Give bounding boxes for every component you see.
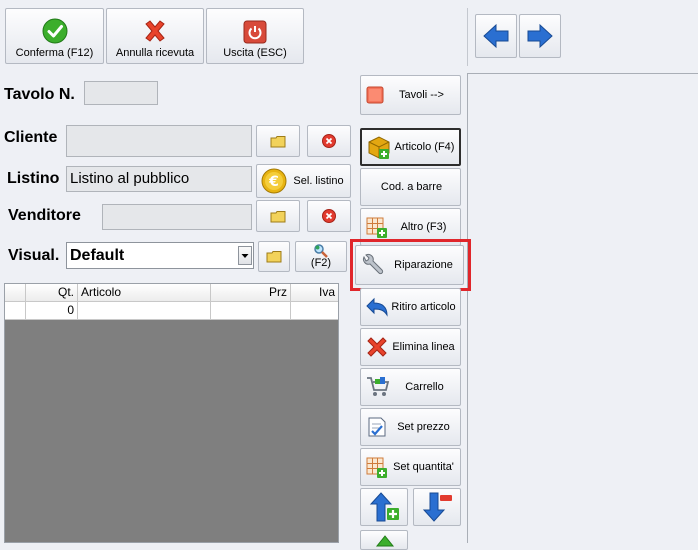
cancel-x-icon	[145, 20, 165, 42]
box-add-icon	[368, 136, 390, 159]
arrow-right-icon	[527, 23, 553, 49]
checklist-icon	[368, 417, 386, 437]
view-select[interactable]: Default	[66, 242, 254, 269]
grid-add-icon	[366, 217, 387, 238]
confirm-check-icon	[42, 18, 67, 44]
arrow-up-add-icon	[369, 492, 399, 522]
confirm-button-label: Conferma (F12)	[15, 47, 94, 59]
exit-button-label: Uscita (ESC)	[223, 47, 287, 59]
customer-clear-button[interactable]	[307, 125, 351, 157]
wrench-icon	[363, 254, 384, 275]
delete-circle-icon	[322, 209, 336, 223]
increase-quantity-button[interactable]	[360, 488, 408, 526]
forward-button[interactable]	[519, 14, 561, 58]
cart-button[interactable]: Carrello	[360, 368, 461, 406]
tables-button[interactable]: Tavoli -->	[360, 75, 461, 115]
exit-button[interactable]: Uscita (ESC)	[206, 8, 304, 64]
move-up-button[interactable]	[360, 530, 408, 550]
repair-button-label: Riparazione	[394, 259, 453, 271]
row-qty: 0	[26, 302, 78, 319]
grid-header-indicator	[5, 284, 26, 301]
cancel-receipt-button[interactable]: Annulla ricevuta	[106, 8, 204, 64]
tables-button-label: Tavoli -->	[399, 89, 444, 101]
set-quantity-button[interactable]: Set quantita'	[360, 448, 461, 486]
grid-col-qty[interactable]: Qt.	[26, 284, 78, 301]
arrow-left-icon	[483, 23, 509, 49]
barcode-button-label: Cod. a barre	[380, 181, 443, 193]
table-label: Tavolo N.	[4, 86, 75, 103]
grid-col-article[interactable]: Articolo	[78, 284, 211, 301]
exit-power-icon	[243, 20, 267, 44]
article-button[interactable]: Articolo (F4)	[360, 128, 461, 166]
view-select-arrow[interactable]	[238, 246, 252, 265]
delete-x-icon	[367, 337, 387, 357]
table-row[interactable]: 0	[5, 302, 338, 320]
decrease-quantity-button[interactable]	[413, 488, 461, 526]
grid-add-icon	[366, 457, 387, 478]
repair-button[interactable]: Riparazione	[355, 245, 464, 285]
folder-icon	[266, 251, 282, 263]
seller-clear-button[interactable]	[307, 200, 351, 232]
items-grid[interactable]: Qt. Articolo Prz Iva 0	[4, 283, 339, 543]
select-price-list-button[interactable]: € Sel. listino	[256, 164, 351, 198]
chevron-down-icon	[241, 254, 249, 258]
row-article	[78, 302, 211, 319]
confirm-button[interactable]: Conferma (F12)	[5, 8, 104, 64]
customer-label: Cliente	[4, 129, 58, 146]
customer-browse-button[interactable]	[256, 125, 300, 157]
return-article-button-label: Ritiro articolo	[391, 301, 456, 313]
table-square-icon	[366, 86, 384, 104]
seller-browse-button[interactable]	[256, 200, 300, 232]
euro-coin-icon: €	[261, 168, 287, 194]
folder-icon	[270, 210, 286, 222]
right-content-panel	[467, 73, 698, 543]
view-browse-button[interactable]	[258, 241, 290, 272]
folder-icon	[270, 135, 286, 147]
seller-label: Venditore	[8, 207, 81, 224]
other-button-label: Altro (F3)	[400, 221, 447, 233]
cancel-receipt-button-label: Annulla ricevuta	[115, 47, 195, 59]
price-list-label: Listino	[7, 170, 60, 187]
grid-col-price[interactable]: Prz	[211, 284, 291, 301]
delete-line-button[interactable]: Elimina linea	[360, 328, 461, 366]
row-price	[211, 302, 291, 319]
undo-arrow-icon	[366, 297, 388, 317]
grid-header: Qt. Articolo Prz Iva	[5, 284, 338, 302]
seller-field[interactable]	[102, 204, 252, 230]
set-price-button[interactable]: Set prezzo	[360, 408, 461, 446]
arrow-down-remove-icon	[422, 492, 452, 522]
table-number-field[interactable]	[84, 81, 158, 105]
select-price-list-label: Sel. listino	[293, 175, 344, 187]
row-indicator	[5, 302, 26, 319]
arrow-up-green-icon	[375, 535, 395, 547]
view-select-value: Default	[70, 247, 125, 264]
back-button[interactable]	[475, 14, 517, 58]
view-f2-button[interactable]: (F2)	[295, 241, 347, 272]
article-button-label: Articolo (F4)	[394, 141, 455, 153]
customer-field[interactable]	[66, 125, 252, 157]
view-label: Visual.	[8, 247, 60, 264]
set-quantity-button-label: Set quantita'	[393, 461, 454, 473]
return-article-button[interactable]: Ritiro articolo	[360, 288, 461, 326]
grid-col-vat[interactable]: Iva	[291, 284, 338, 301]
delete-circle-icon	[322, 134, 336, 148]
cart-button-label: Carrello	[405, 381, 444, 393]
barcode-button[interactable]: Cod. a barre	[360, 168, 461, 206]
view-f2-label: (F2)	[310, 257, 332, 269]
svg-text:€: €	[268, 174, 279, 190]
row-vat	[291, 302, 338, 319]
delete-line-button-label: Elimina linea	[392, 341, 455, 353]
price-list-field[interactable]: Listino al pubblico	[66, 166, 252, 192]
cart-icon	[367, 377, 390, 396]
set-price-button-label: Set prezzo	[397, 421, 450, 433]
